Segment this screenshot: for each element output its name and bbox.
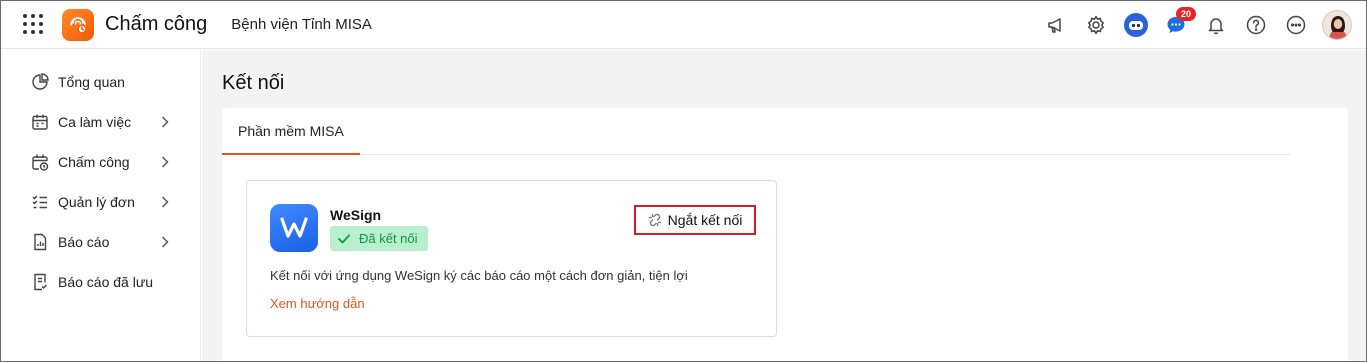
bot-icon[interactable] bbox=[1116, 9, 1156, 41]
megaphone-icon[interactable] bbox=[1036, 9, 1076, 41]
chevron-right-icon bbox=[159, 236, 171, 248]
chevron-right-icon bbox=[159, 116, 171, 128]
calendar-clock-icon bbox=[31, 153, 49, 171]
integration-description: Kết nối với ứng dụng WeSign ký các báo c… bbox=[270, 268, 688, 283]
disconnect-label: Ngắt kết nối bbox=[667, 212, 743, 228]
sidebar-item-label: Chấm công bbox=[58, 154, 130, 170]
connections-panel: Phần mềm MISA WeSign Đã kết nối Ngắt kết… bbox=[222, 108, 1348, 361]
help-icon[interactable] bbox=[1236, 9, 1276, 41]
check-icon bbox=[338, 234, 350, 243]
sidebar-item-bao-cao[interactable]: Báo cáo bbox=[1, 222, 201, 262]
pie-chart-icon bbox=[31, 73, 49, 91]
tab-phan-mem-misa[interactable]: Phần mềm MISA bbox=[222, 108, 360, 155]
organization-name: Bệnh viện Tỉnh MISA bbox=[231, 16, 372, 33]
sidebar-item-cham-cong[interactable]: Chấm công bbox=[1, 142, 201, 182]
sidebar-item-label: Tổng quan bbox=[58, 74, 125, 90]
sidebar: Tổng quan Ca làm việc Chấm công Quản lý … bbox=[1, 50, 201, 361]
page-title: Kết nối bbox=[222, 72, 285, 94]
apps-grid-icon[interactable] bbox=[23, 13, 45, 36]
integration-card-wesign: WeSign Đã kết nối Ngắt kết nối Kết nối v… bbox=[246, 180, 777, 337]
chevron-right-icon bbox=[159, 196, 171, 208]
top-header: Chấm công Bệnh viện Tỉnh MISA 20 bbox=[1, 1, 1366, 49]
app-title[interactable]: Chấm công bbox=[105, 13, 207, 36]
app-logo-icon[interactable] bbox=[62, 8, 94, 41]
chevron-right-icon bbox=[159, 156, 171, 168]
sidebar-item-bao-cao-da-luu[interactable]: Báo cáo đã lưu bbox=[1, 262, 201, 302]
app-window: Chấm công Bệnh viện Tỉnh MISA 20 Tổng qu… bbox=[0, 0, 1367, 362]
status-badge: Đã kết nối bbox=[330, 226, 428, 251]
gear-icon[interactable] bbox=[1076, 9, 1116, 41]
sidebar-item-label: Báo cáo bbox=[58, 234, 110, 250]
sidebar-item-ca-lam-viec[interactable]: Ca làm việc bbox=[1, 102, 201, 142]
sidebar-item-quan-ly-don[interactable]: Quản lý đơn bbox=[1, 182, 201, 222]
guide-link[interactable]: Xem hướng dẫn bbox=[270, 296, 365, 311]
unlink-icon bbox=[648, 213, 661, 227]
more-icon[interactable] bbox=[1276, 9, 1316, 41]
checklist-icon bbox=[31, 193, 49, 211]
chat-icon[interactable]: 20 bbox=[1156, 7, 1197, 41]
wesign-logo-icon bbox=[270, 204, 318, 252]
sidebar-item-label: Quản lý đơn bbox=[58, 194, 135, 210]
tab-bar: Phần mềm MISA bbox=[222, 108, 1290, 155]
sidebar-item-label: Ca làm việc bbox=[58, 114, 132, 130]
disconnect-button[interactable]: Ngắt kết nối bbox=[634, 205, 756, 235]
sidebar-item-tong-quan[interactable]: Tổng quan bbox=[1, 62, 201, 102]
sidebar-item-label: Báo cáo đã lưu bbox=[58, 274, 153, 290]
header-actions: 20 bbox=[1036, 7, 1352, 41]
saved-report-icon bbox=[31, 273, 49, 291]
notification-count-badge: 20 bbox=[1176, 7, 1197, 21]
report-icon bbox=[31, 233, 49, 251]
integration-name: WeSign bbox=[330, 207, 382, 223]
calendar-icon bbox=[31, 113, 49, 131]
bell-icon[interactable] bbox=[1196, 9, 1236, 41]
main-content: Kết nối Phần mềm MISA WeSign Đã kết nối bbox=[202, 50, 1366, 361]
avatar[interactable] bbox=[1322, 10, 1352, 40]
status-label: Đã kết nối bbox=[359, 231, 418, 246]
